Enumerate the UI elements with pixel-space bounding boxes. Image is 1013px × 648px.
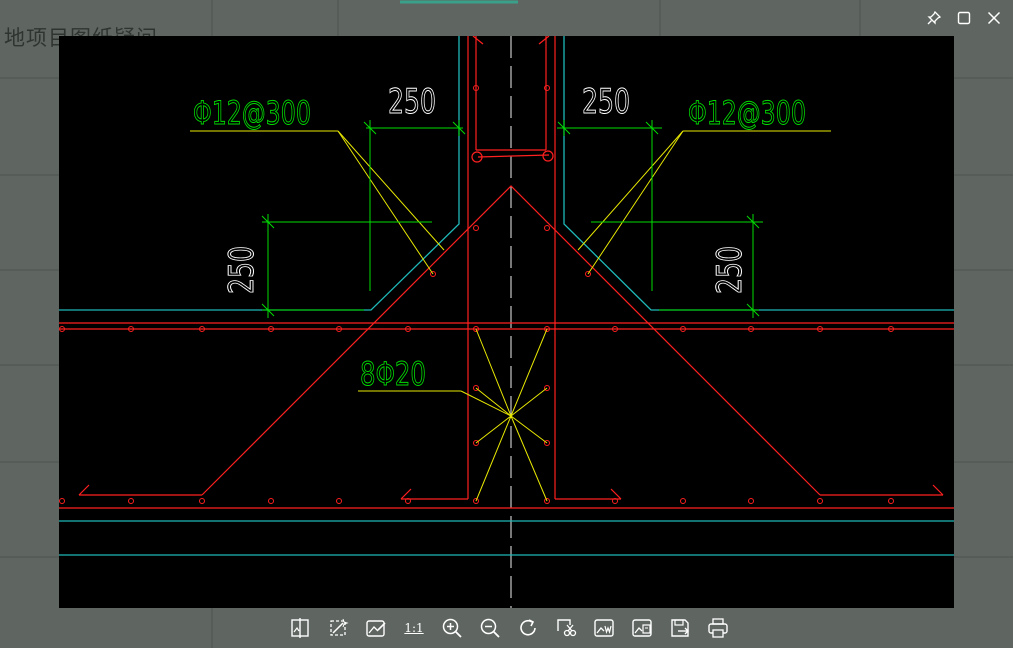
rebar-label-center: 8Φ20 <box>360 355 426 393</box>
pin-button[interactable] <box>921 6 947 30</box>
save-as-icon <box>671 619 689 637</box>
close-icon <box>987 11 1001 25</box>
cad-drawing: 250 250 250 250 Φ12@300 Φ12@300 8Φ20 <box>59 36 954 608</box>
magic-wand-icon <box>330 618 349 636</box>
compare-button[interactable] <box>284 614 316 642</box>
dimension-side-right: 250 <box>710 246 750 294</box>
dimension-top-left: 250 <box>388 82 436 122</box>
image-viewer-canvas[interactable]: 250 250 250 250 Φ12@300 Φ12@300 8Φ20 <box>59 36 954 608</box>
close-button[interactable] <box>981 6 1007 30</box>
crop-icon <box>557 619 577 637</box>
save-as-button[interactable] <box>664 614 696 642</box>
print-icon <box>708 618 728 638</box>
image-convert-icon <box>632 619 652 637</box>
compare-icon <box>291 618 309 638</box>
zoom-in-button[interactable] <box>436 614 468 642</box>
edit-image-button[interactable] <box>360 614 392 642</box>
image-text-icon <box>594 619 614 637</box>
print-button[interactable] <box>702 614 734 642</box>
window-controls <box>921 6 1007 30</box>
magic-wand-button[interactable] <box>322 614 354 642</box>
viewer-toolbar: 1:1 <box>284 614 734 642</box>
maximize-icon <box>957 11 971 25</box>
maximize-button[interactable] <box>951 6 977 30</box>
dimension-top-right: 250 <box>582 82 630 122</box>
crop-button[interactable] <box>550 614 582 642</box>
rotate-icon <box>520 619 536 636</box>
rotate-button[interactable] <box>512 614 544 642</box>
zoom-out-button[interactable] <box>474 614 506 642</box>
dimension-side-left: 250 <box>222 246 262 294</box>
edit-image-icon <box>366 620 386 637</box>
rebar-label-right: Φ12@300 <box>688 94 806 132</box>
pin-icon <box>927 11 941 25</box>
rebar-label-left: Φ12@300 <box>193 94 311 132</box>
image-text-button[interactable] <box>588 614 620 642</box>
image-convert-button[interactable] <box>626 614 658 642</box>
zoom-in-icon <box>442 618 462 638</box>
zoom-out-icon <box>480 618 500 638</box>
actual-size-button[interactable]: 1:1 <box>398 614 430 642</box>
actual-size-label: 1:1 <box>404 621 424 635</box>
